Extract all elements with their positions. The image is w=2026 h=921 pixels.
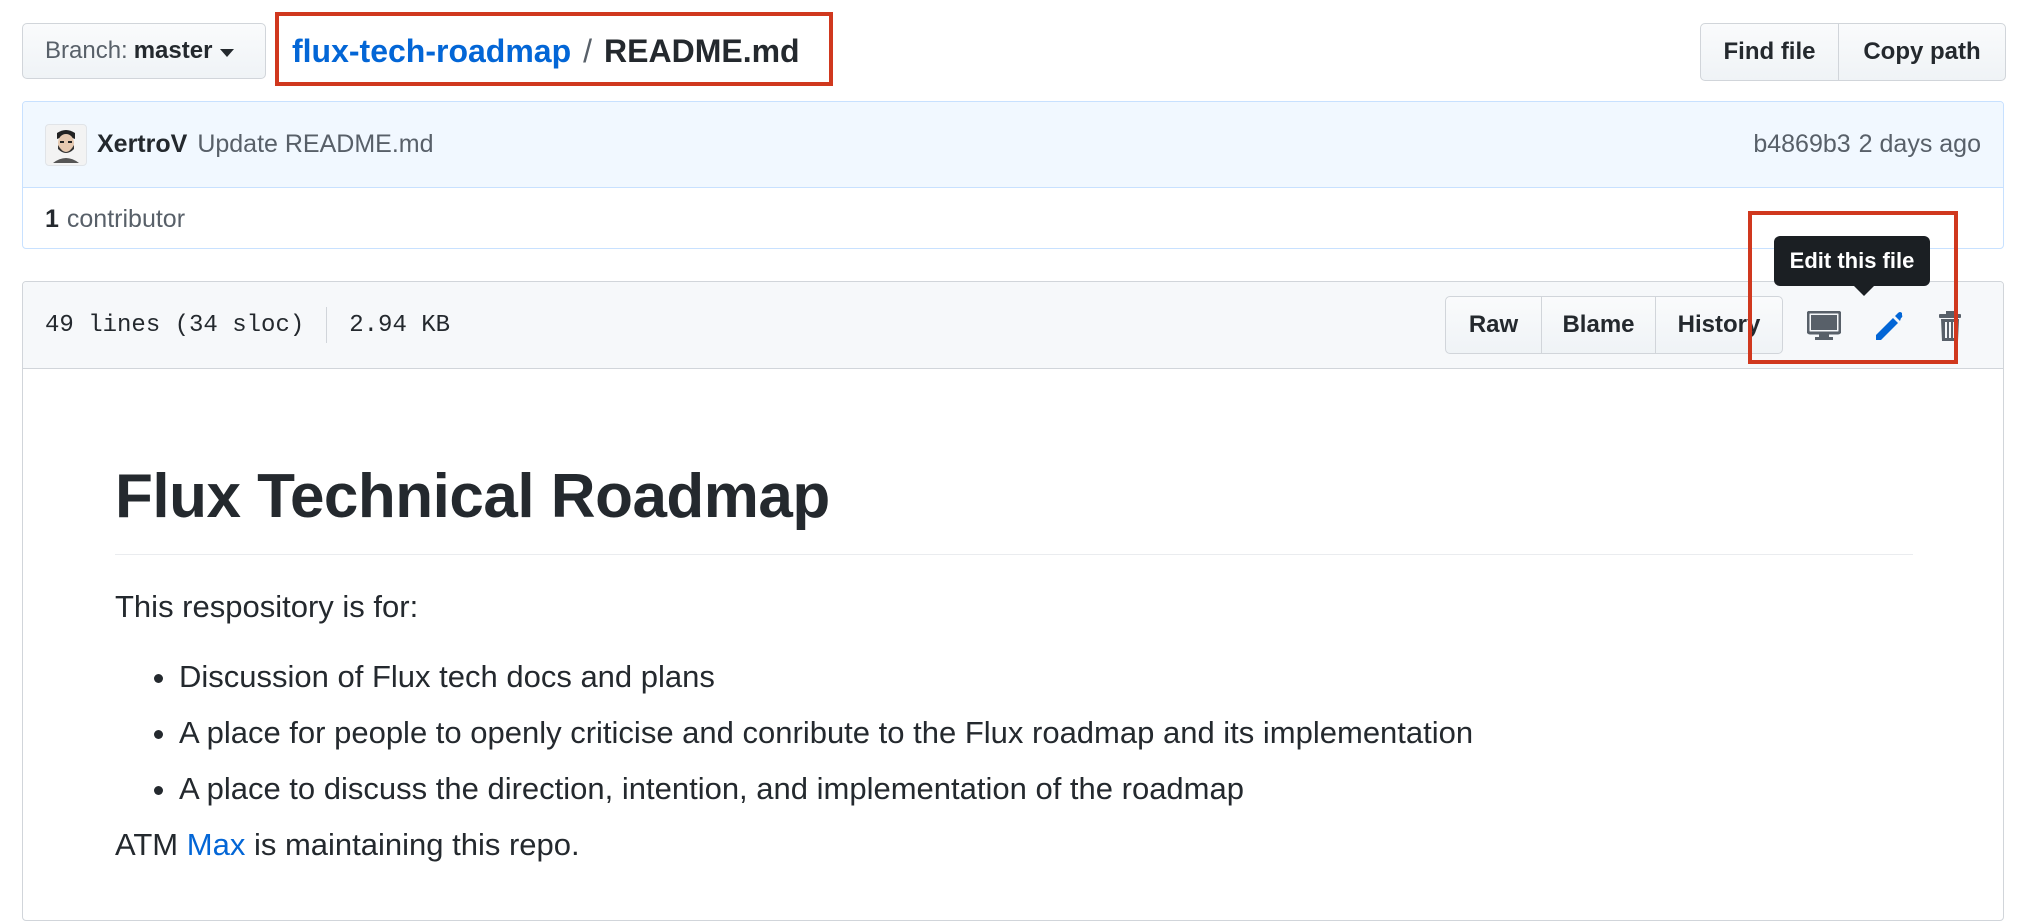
commit-author-link[interactable]: XertroV — [97, 130, 187, 159]
file-view-button-group: Raw Blame History — [1445, 296, 1783, 354]
contributors-count: 1 — [45, 204, 59, 233]
readme-content: Flux Technical Roadmap This respository … — [23, 369, 2003, 863]
maintainer-suffix: is maintaining this repo. — [253, 827, 580, 862]
branch-name: master — [133, 37, 213, 64]
user-avatar-icon — [49, 126, 83, 163]
pencil-icon — [1876, 312, 1903, 340]
commit-message-link[interactable]: Update README.md — [197, 130, 433, 159]
readme-maintainer-line: ATM Max is maintaining this repo. — [115, 827, 1913, 863]
branch-prefix-label: Branch: — [45, 37, 128, 64]
trashcan-icon — [1939, 311, 1961, 341]
commit-meta: b4869b3 2 days ago — [1753, 102, 1981, 187]
copy-path-button[interactable]: Copy path — [1838, 24, 2005, 80]
list-item: Discussion of Flux tech docs and plans — [179, 659, 1913, 695]
breadcrumb-file-name: README.md — [604, 32, 800, 69]
breadcrumb-separator: / — [583, 32, 593, 69]
list-item: A place for people to openly criticise a… — [179, 715, 1913, 751]
maintainer-prefix: ATM — [115, 827, 179, 862]
delete-file-button[interactable] — [1935, 306, 1965, 346]
breadcrumb-repo-link[interactable]: flux-tech-roadmap — [292, 33, 571, 70]
commit-sha-link[interactable]: b4869b3 — [1753, 130, 1850, 159]
avatar[interactable] — [45, 123, 87, 166]
contributors-label: contributor — [66, 204, 186, 233]
file-container: 49 lines (34 sloc) 2.94 KB Raw Blame His… — [22, 281, 2004, 921]
list-item: A place to discuss the direction, intent… — [179, 771, 1913, 807]
file-size: 2.94 KB — [349, 311, 451, 339]
open-in-desktop-button[interactable] — [1803, 308, 1845, 344]
commit-tease: XertroV Update README.md b4869b3 2 days … — [22, 101, 2004, 249]
readme-title: Flux Technical Roadmap — [115, 461, 1913, 555]
chevron-down-icon — [220, 48, 235, 57]
edit-file-tooltip: Edit this file — [1774, 236, 1930, 296]
contributors-row[interactable]: 1 contributor — [23, 188, 2003, 248]
history-button[interactable]: History — [1655, 297, 1782, 353]
latest-commit-row: XertroV Update README.md b4869b3 2 days … — [23, 102, 2003, 188]
find-file-button[interactable]: Find file — [1701, 24, 1838, 80]
desktop-icon — [1807, 311, 1841, 340]
readme-intro: This respository is for: — [115, 589, 419, 624]
commit-time: 2 days ago — [1858, 130, 1981, 158]
file-line-count: 49 lines (34 sloc) — [45, 311, 305, 339]
raw-button[interactable]: Raw — [1446, 297, 1541, 353]
maintainer-link[interactable]: Max — [187, 827, 246, 862]
readme-list: Discussion of Flux tech docs and plans A… — [115, 659, 1913, 807]
breadcrumb: flux-tech-roadmap / README.md — [290, 22, 800, 80]
file-header: 49 lines (34 sloc) 2.94 KB Raw Blame His… — [23, 282, 2003, 369]
file-info-divider — [326, 307, 328, 343]
file-nav-button-group: Find file Copy path — [1700, 23, 2006, 81]
edit-file-button[interactable] — [1871, 306, 1905, 346]
blame-button[interactable]: Blame — [1541, 297, 1655, 353]
branch-select-button[interactable]: Branch: master — [22, 23, 266, 79]
